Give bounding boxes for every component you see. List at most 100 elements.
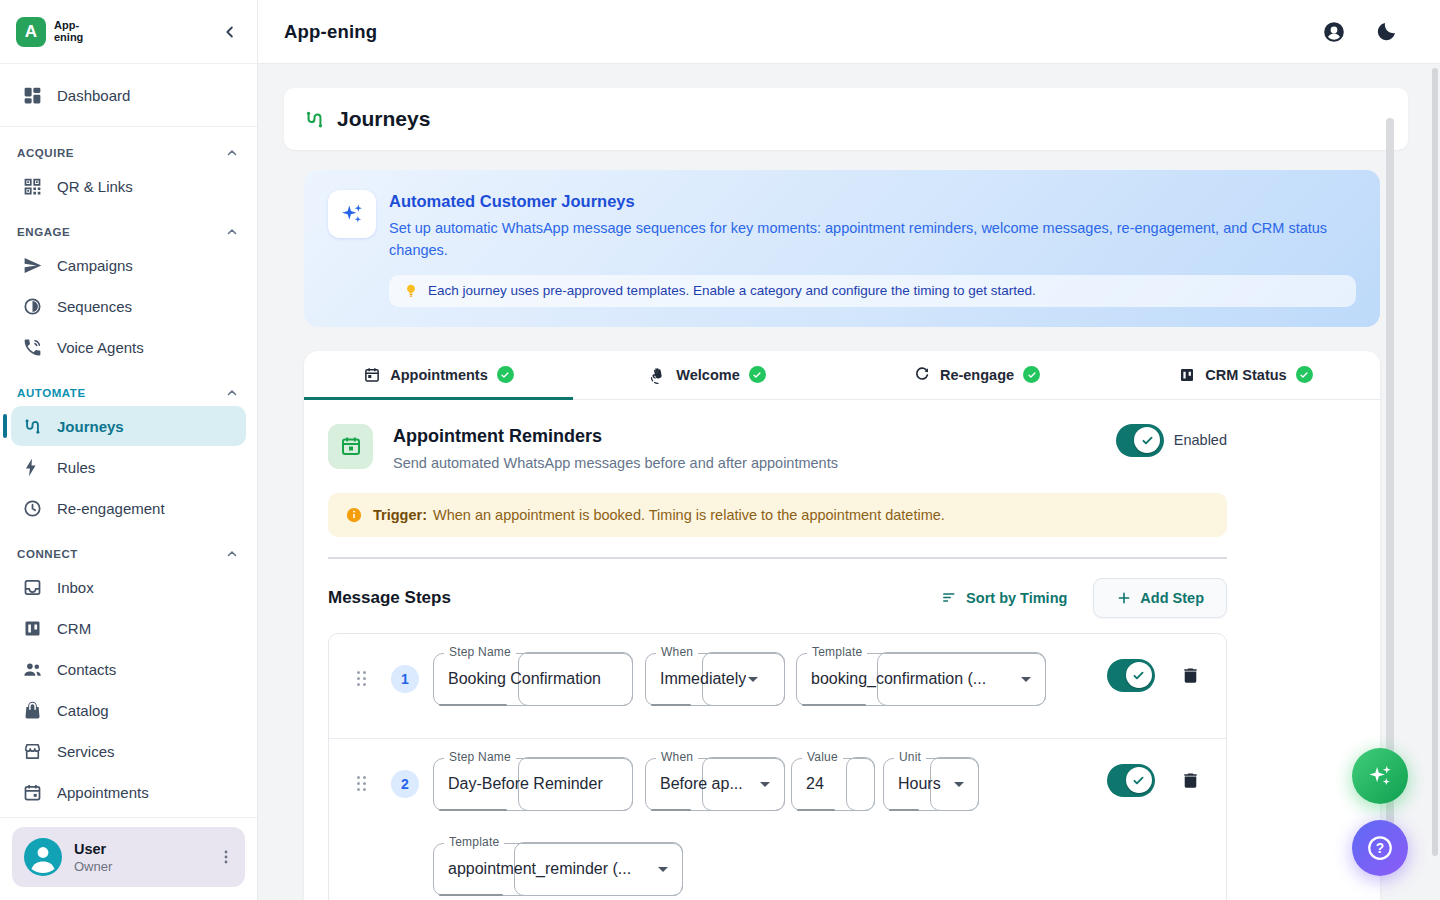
- unit-select[interactable]: Unit Hours: [883, 758, 979, 811]
- ai-assistant-button[interactable]: [1352, 748, 1408, 804]
- step-toggle[interactable]: [1107, 764, 1155, 797]
- tab-label: Welcome: [676, 367, 739, 383]
- add-step-button[interactable]: Add Step: [1093, 578, 1227, 618]
- sort-label: Sort by Timing: [966, 590, 1067, 606]
- app-logo-text: App-ening: [54, 20, 83, 43]
- info-icon: [345, 506, 363, 524]
- chevron-up-icon: [225, 547, 239, 561]
- account-icon[interactable]: [1322, 20, 1346, 44]
- sidebar-item-label: Re-engagement: [57, 500, 165, 517]
- chevron-down-icon: [658, 867, 668, 872]
- when-select[interactable]: When Before ap...: [645, 758, 785, 811]
- sidebar-section-acquire[interactable]: ACQUIRE: [11, 140, 246, 166]
- sidebar-item-re-engagement[interactable]: Re-engagement: [11, 488, 246, 528]
- drag-handle-icon[interactable]: [355, 669, 368, 688]
- step-name-field[interactable]: Step Name Booking Confirmation: [433, 653, 633, 706]
- scroll-area: Automated Customer Journeys Set up autom…: [284, 150, 1408, 900]
- phone-icon: [22, 337, 43, 358]
- steps-list: 1 Step Name Booking Confirmation: [328, 633, 1227, 900]
- calendar-icon: [363, 366, 381, 384]
- topbar-title: App-ening: [284, 21, 377, 43]
- tab-crm-status[interactable]: CRM Status: [1111, 351, 1380, 399]
- chevron-up-icon: [225, 146, 239, 160]
- sidebar-item-label: Rules: [57, 459, 95, 476]
- section-subtitle: Send automated WhatsApp messages before …: [393, 455, 1116, 471]
- banner-description: Set up automatic WhatsApp message sequen…: [389, 218, 1356, 262]
- drag-handle-icon[interactable]: [355, 774, 368, 793]
- topbar: App-ening: [258, 0, 1440, 64]
- journeys-panel: Appointments Welcome Re-engage: [304, 351, 1380, 900]
- app-logo: A App-ening: [16, 17, 83, 47]
- delete-step-icon[interactable]: [1181, 665, 1200, 686]
- send-icon: [22, 255, 43, 276]
- page-scrollbar[interactable]: [1432, 68, 1438, 856]
- sidebar-item-crm[interactable]: CRM: [11, 608, 246, 648]
- tab-appointments[interactable]: Appointments: [304, 351, 573, 399]
- field-value: appointment_reminder (...: [448, 860, 631, 878]
- dark-mode-icon[interactable]: [1375, 20, 1398, 43]
- field-value: booking_confirmation (...: [811, 670, 986, 688]
- template-select[interactable]: Template booking_confirmation (...: [796, 653, 1046, 706]
- sidebar-item-sequences[interactable]: Sequences: [11, 286, 246, 326]
- logo-line2: ening: [54, 31, 83, 43]
- shopping-bag-icon: [22, 700, 43, 721]
- chevron-down-icon: [954, 782, 964, 787]
- tab-label: Re-engage: [940, 367, 1014, 383]
- step-toggle[interactable]: [1107, 659, 1155, 692]
- enabled-toggle[interactable]: [1116, 424, 1164, 457]
- kanban-icon: [1178, 366, 1196, 384]
- sidebar-item-label: Campaigns: [57, 257, 133, 274]
- trigger-note: Trigger: When an appointment is booked. …: [328, 493, 1227, 537]
- field-label: When: [656, 750, 698, 764]
- sidebar-collapse-icon[interactable]: [221, 23, 239, 41]
- tab-re-engage[interactable]: Re-engage: [842, 351, 1111, 399]
- add-step-label: Add Step: [1140, 590, 1204, 606]
- template-select[interactable]: Template appointment_reminder (...: [433, 843, 683, 896]
- field-value: Booking Confirmation: [448, 670, 601, 688]
- user-menu-icon[interactable]: [219, 849, 233, 865]
- sidebar-item-label: Inbox: [57, 579, 94, 596]
- sidebar-item-label: Appointments: [57, 784, 149, 801]
- tab-label: Appointments: [390, 367, 487, 383]
- sidebar-item-voice-agents[interactable]: Voice Agents: [11, 327, 246, 367]
- sidebar-item-journeys[interactable]: Journeys: [11, 406, 246, 446]
- sidebar-item-dashboard[interactable]: Dashboard: [11, 75, 246, 115]
- sidebar-item-appointments[interactable]: Appointments: [11, 772, 246, 812]
- plus-icon: [1116, 590, 1132, 606]
- sort-by-timing-button[interactable]: Sort by Timing: [941, 589, 1067, 606]
- sidebar-item-label: Voice Agents: [57, 339, 144, 356]
- content: Journeys Automated Customer Journeys Set…: [258, 64, 1440, 900]
- banner-title: Automated Customer Journeys: [389, 192, 1356, 211]
- info-banner: Automated Customer Journeys Set up autom…: [304, 170, 1380, 327]
- delete-step-icon[interactable]: [1181, 770, 1200, 791]
- sidebar-item-catalog[interactable]: Catalog: [11, 690, 246, 730]
- sidebar-section-engage[interactable]: ENGAGE: [11, 219, 246, 245]
- calendar-icon: [328, 424, 373, 469]
- sidebar-item-label: Catalog: [57, 702, 109, 719]
- sidebar-item-qr-links[interactable]: QR & Links: [11, 166, 246, 206]
- sort-icon: [941, 589, 958, 606]
- sidebar-item-rules[interactable]: Rules: [11, 447, 246, 487]
- sidebar-item-contacts[interactable]: Contacts: [11, 649, 246, 689]
- step-name-field[interactable]: Step Name Day-Before Reminder: [433, 758, 633, 811]
- field-label: Unit: [894, 750, 926, 764]
- section-title: Appointment Reminders: [393, 426, 1116, 447]
- qr-code-icon: [22, 176, 43, 197]
- sidebar-section-automate[interactable]: AUTOMATE: [11, 380, 246, 406]
- steps-title: Message Steps: [328, 588, 941, 608]
- sidebar-item-campaigns[interactable]: Campaigns: [11, 245, 246, 285]
- help-icon: ?: [1365, 833, 1395, 863]
- user-card[interactable]: User Owner: [12, 827, 245, 887]
- tab-welcome[interactable]: Welcome: [573, 351, 842, 399]
- sidebar-item-label: Dashboard: [57, 87, 130, 104]
- sidebar-item-inbox[interactable]: Inbox: [11, 567, 246, 607]
- field-label: Value: [802, 750, 843, 764]
- help-button[interactable]: ?: [1352, 820, 1408, 876]
- sidebar-item-services[interactable]: Services: [11, 731, 246, 771]
- step-row-2: 2 Step Name Day-Before Reminder: [329, 738, 1226, 900]
- appointments-panel: Appointment Reminders Send automated Wha…: [304, 400, 1380, 900]
- sidebar-section-connect[interactable]: CONNECT: [11, 541, 246, 567]
- people-icon: [22, 659, 43, 680]
- when-select[interactable]: When Immediately: [645, 653, 785, 706]
- value-field[interactable]: Value 24: [791, 758, 875, 811]
